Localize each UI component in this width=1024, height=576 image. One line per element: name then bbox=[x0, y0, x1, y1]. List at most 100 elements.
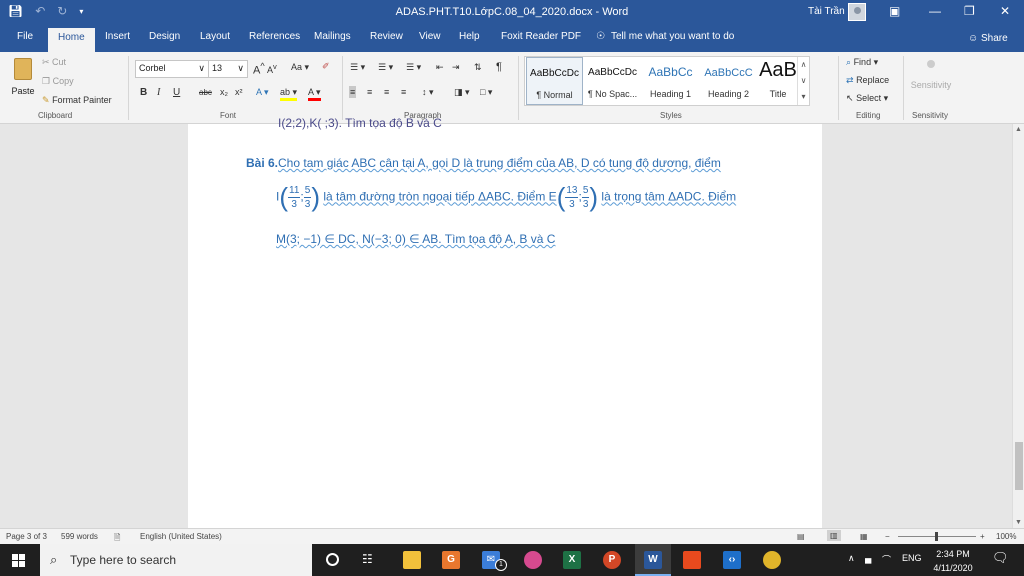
style-heading-1[interactable]: AaBbCc Heading 1 bbox=[642, 57, 699, 105]
bullets-icon[interactable]: ☰ ▾ bbox=[350, 62, 365, 73]
document-page[interactable]: I(2;2),K( ;3). Tìm tọa độ B và C Bài 6.C… bbox=[188, 116, 822, 528]
network-icon[interactable]: ▄ bbox=[865, 553, 871, 563]
restore-icon[interactable]: ❐ bbox=[964, 4, 975, 18]
style-normal[interactable]: AaBbCcDc ¶ Normal bbox=[526, 57, 583, 105]
tray-chevron-icon[interactable]: ∧ bbox=[848, 553, 855, 564]
zoom-level[interactable]: 100% bbox=[996, 532, 1016, 541]
excel-icon[interactable]: X bbox=[563, 551, 581, 569]
tab-foxit[interactable]: Foxit Reader PDF bbox=[501, 31, 581, 42]
taskbar-search[interactable]: ⌕ Type here to search bbox=[40, 544, 312, 576]
justify-icon[interactable]: ≡ bbox=[401, 87, 406, 97]
read-mode-icon[interactable]: ▤ bbox=[797, 532, 805, 541]
style-heading-2[interactable]: AaBbCcC Heading 2 bbox=[700, 57, 757, 105]
vscode-icon[interactable]: ‹› bbox=[723, 551, 741, 569]
task-view-icon[interactable]: ☷ bbox=[362, 552, 373, 566]
word-count[interactable]: 599 words bbox=[61, 532, 98, 541]
search-input[interactable]: Type here to search bbox=[70, 553, 176, 567]
shading-icon[interactable]: ◨ ▾ bbox=[454, 87, 470, 98]
zoom-in-icon[interactable]: + bbox=[980, 532, 985, 541]
tab-view[interactable]: View bbox=[419, 31, 441, 42]
tab-home[interactable]: Home bbox=[48, 28, 95, 52]
close-icon[interactable]: ✕ bbox=[1000, 4, 1010, 18]
find-button[interactable]: ⌕ Find ▾ bbox=[846, 57, 878, 68]
tab-design[interactable]: Design bbox=[149, 31, 180, 42]
clear-formatting-icon[interactable]: ✐ bbox=[322, 61, 330, 72]
cursor-icon: ↖ bbox=[846, 93, 854, 103]
tab-layout[interactable]: Layout bbox=[200, 31, 230, 42]
language-status[interactable]: English (United States) bbox=[140, 532, 222, 541]
increase-indent-icon[interactable]: ⇥ bbox=[452, 62, 460, 73]
change-case-button[interactable]: Aa ▾ bbox=[291, 62, 309, 73]
vertical-scrollbar[interactable]: ▲ ▼ bbox=[1012, 124, 1024, 528]
tab-review[interactable]: Review bbox=[370, 31, 403, 42]
powerpoint-icon[interactable]: P bbox=[603, 551, 621, 569]
zoom-out-icon[interactable]: − bbox=[885, 532, 890, 541]
tab-help[interactable]: Help bbox=[459, 31, 480, 42]
chrome-icon[interactable] bbox=[763, 551, 781, 569]
text-effects-icon[interactable]: A ▾ bbox=[256, 87, 269, 98]
sensitivity-button[interactable]: Sensitivity bbox=[908, 60, 954, 90]
grow-font-button[interactable]: A^ bbox=[253, 61, 265, 77]
styles-scroll-arrows[interactable]: ∧ ∨ ▾ bbox=[797, 57, 809, 105]
tab-references[interactable]: References bbox=[249, 31, 300, 42]
clock[interactable]: 2:34 PM 4/11/2020 bbox=[928, 547, 978, 575]
select-button[interactable]: ↖ Select ▾ bbox=[846, 93, 888, 104]
print-layout-icon[interactable]: ▥ bbox=[827, 530, 841, 541]
scroll-thumb[interactable] bbox=[1015, 442, 1023, 490]
italic-button[interactable]: I bbox=[157, 87, 160, 98]
sort-icon[interactable]: ⇅ bbox=[474, 62, 482, 73]
file-explorer-icon[interactable] bbox=[403, 551, 421, 569]
align-left-icon[interactable]: ≡ bbox=[349, 86, 357, 98]
cortana-icon[interactable] bbox=[326, 553, 339, 566]
strikethrough-button[interactable]: abc bbox=[199, 88, 212, 97]
borders-icon[interactable]: □ ▾ bbox=[480, 87, 492, 98]
tab-file[interactable]: File bbox=[17, 31, 33, 42]
font-name-select[interactable]: Corbel ∨ bbox=[135, 60, 209, 78]
office-icon[interactable] bbox=[683, 551, 701, 569]
multilevel-list-icon[interactable]: ☰ ▾ bbox=[406, 62, 421, 73]
word-taskbar-button[interactable]: W bbox=[635, 544, 671, 576]
format-painter-button[interactable]: ✎ Format Painter bbox=[42, 95, 112, 106]
paste-button[interactable]: Paste bbox=[8, 56, 38, 106]
numbering-icon[interactable]: ☰ ▾ bbox=[378, 62, 393, 73]
avatar[interactable] bbox=[848, 3, 866, 21]
tell-me-box[interactable]: ☉ Tell me what you want to do bbox=[596, 31, 734, 42]
cut-button[interactable]: ✂ Cut bbox=[42, 57, 66, 68]
input-language[interactable]: ENG bbox=[902, 553, 922, 563]
wifi-icon[interactable]: ⌒ bbox=[882, 553, 891, 566]
zoom-slider-knob[interactable] bbox=[935, 532, 938, 541]
zoom-slider[interactable] bbox=[898, 532, 976, 541]
align-center-icon[interactable]: ≡ bbox=[367, 87, 372, 97]
tab-insert[interactable]: Insert bbox=[105, 31, 130, 42]
windows-start-icon[interactable] bbox=[12, 554, 25, 567]
ribbon-display-icon[interactable]: ▣ bbox=[889, 4, 900, 18]
web-layout-icon[interactable]: ▦ bbox=[860, 532, 868, 541]
highlight-icon[interactable]: ab ▾ bbox=[280, 87, 298, 101]
page-count[interactable]: Page 3 of 3 bbox=[6, 532, 47, 541]
line-spacing-icon[interactable]: ↕ ▾ bbox=[422, 87, 434, 98]
user-name[interactable]: Tài Trần bbox=[808, 6, 845, 17]
show-marks-icon[interactable]: ¶ bbox=[496, 61, 502, 73]
underline-button[interactable]: U bbox=[173, 87, 180, 98]
style-no-spacing[interactable]: AaBbCcDc ¶ No Spac... bbox=[584, 57, 641, 105]
share-button[interactable]: ☺ Share bbox=[968, 33, 1008, 44]
scroll-down-icon[interactable]: ▼ bbox=[1015, 519, 1022, 526]
font-size-select[interactable]: 13 ∨ bbox=[208, 60, 248, 78]
tab-mailings[interactable]: Mailings bbox=[314, 31, 351, 42]
scroll-up-icon[interactable]: ▲ bbox=[1015, 126, 1022, 133]
superscript-button[interactable]: x² bbox=[235, 87, 243, 97]
copy-button[interactable]: ❐ Copy bbox=[42, 76, 74, 87]
styles-group-label: Styles bbox=[660, 111, 682, 120]
style-title[interactable]: AaB Title bbox=[756, 57, 800, 105]
action-center-icon[interactable]: 🗨︎ bbox=[992, 550, 1009, 566]
shrink-font-button[interactable]: Av bbox=[267, 62, 277, 75]
font-color-icon[interactable]: A ▾ bbox=[308, 87, 321, 101]
g-app-icon[interactable]: G bbox=[442, 551, 460, 569]
decrease-indent-icon[interactable]: ⇤ bbox=[436, 62, 444, 73]
align-right-icon[interactable]: ≡ bbox=[384, 87, 389, 97]
subscript-button[interactable]: x₂ bbox=[220, 87, 228, 97]
replace-button[interactable]: ⇄ Replace bbox=[846, 75, 889, 86]
minimize-icon[interactable]: — bbox=[929, 4, 941, 18]
bold-button[interactable]: B bbox=[140, 87, 147, 98]
app-icon[interactable] bbox=[524, 551, 542, 569]
